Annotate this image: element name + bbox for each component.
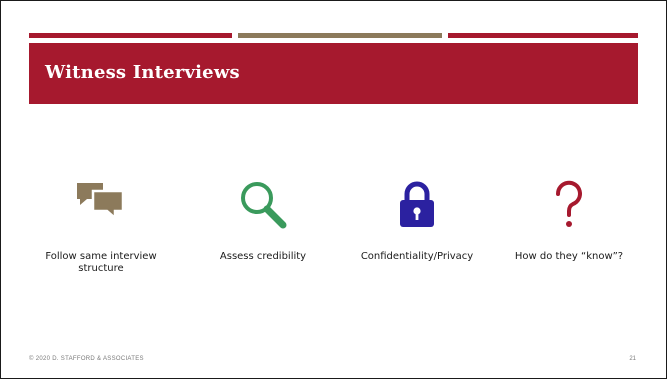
accent-bar-middle <box>238 33 442 38</box>
accent-bar-right <box>448 33 638 38</box>
item-label: Confidentiality/Privacy <box>360 251 474 262</box>
item-label: Assess credibility <box>219 251 307 262</box>
slide: Witness Interviews Follow same interview… <box>0 0 667 379</box>
padlock-icon <box>395 179 439 236</box>
item-label: How do they “know”? <box>514 251 624 262</box>
decorative-top-bars <box>29 33 638 38</box>
slide-title: Witness Interviews <box>45 62 240 83</box>
speech-bubbles-icon <box>75 179 127 228</box>
accent-bar-left <box>29 33 232 38</box>
title-band: Witness Interviews <box>29 43 638 104</box>
magnifying-glass-icon <box>237 179 289 236</box>
slide-number: 21 <box>629 356 636 362</box>
question-mark-icon <box>549 179 589 236</box>
footer-copyright: © 2020 D. STAFFORD & ASSOCIATES <box>29 356 144 362</box>
item-label: Follow same interview structure <box>45 251 157 274</box>
